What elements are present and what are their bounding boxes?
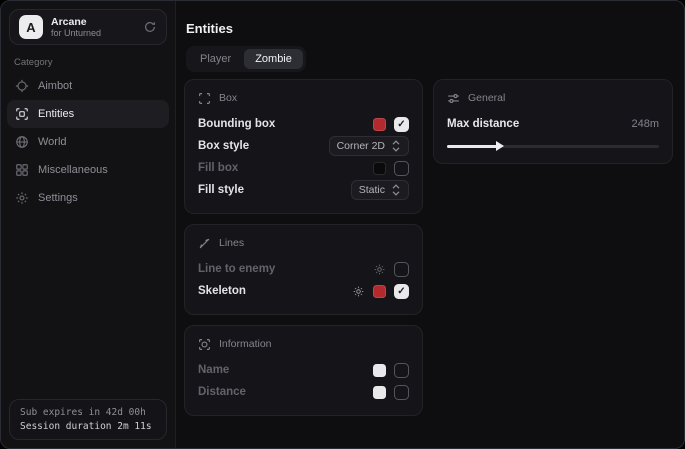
- sidebar-item-label: World: [38, 136, 67, 148]
- max-distance-value: 248m: [631, 118, 659, 130]
- fill-style-dropdown[interactable]: Static: [351, 180, 409, 200]
- sidebar-item-aimbot[interactable]: Aimbot: [7, 72, 169, 100]
- page-title: Entities: [186, 21, 233, 36]
- color-swatch[interactable]: [373, 364, 386, 377]
- setting-label: Fill box: [198, 162, 238, 174]
- color-swatch[interactable]: [373, 386, 386, 399]
- panel-title: Box: [219, 92, 237, 104]
- line-icon: [198, 237, 211, 250]
- setting-label: Box style: [198, 140, 249, 152]
- checkbox[interactable]: [394, 262, 409, 277]
- information-panel: Information Name Distance: [184, 325, 423, 416]
- row-settings-gear-icon[interactable]: [352, 285, 365, 298]
- setting-row-max-distance: Max distance 248m: [447, 113, 659, 135]
- setting-row-name: Name: [198, 359, 409, 381]
- row-settings-gear-icon[interactable]: [373, 263, 386, 276]
- panel-title: Lines: [219, 237, 244, 249]
- panel-title: General: [468, 92, 505, 104]
- lines-panel: Lines Line to enemy: [184, 224, 423, 315]
- setting-label: Line to enemy: [198, 263, 275, 275]
- setting-row-fill-style: Fill style Static: [198, 179, 409, 201]
- checkbox[interactable]: [394, 284, 409, 299]
- checkbox[interactable]: [394, 117, 409, 132]
- app-subtitle: for Unturned: [51, 28, 101, 38]
- setting-label: Skeleton: [198, 285, 246, 297]
- setting-row-bounding-box: Bounding box: [198, 113, 409, 135]
- setting-row-box-style: Box style Corner 2D: [198, 135, 409, 157]
- app-logo: A: [19, 15, 43, 39]
- setting-label: Max distance: [447, 118, 519, 130]
- sidebar-item-entities[interactable]: Entities: [7, 100, 169, 128]
- sliders-icon: [447, 92, 460, 105]
- box-scan-icon: [198, 92, 211, 105]
- grid-icon: [15, 163, 29, 177]
- sidebar-item-settings[interactable]: Settings: [7, 184, 169, 212]
- sidebar-item-label: Entities: [38, 108, 74, 120]
- color-swatch[interactable]: [373, 118, 386, 131]
- general-panel: General Max distance 248m: [433, 79, 673, 164]
- session-duration-text: Session duration 2m 11s: [20, 421, 156, 432]
- dropdown-value: Static: [359, 184, 385, 196]
- setting-label: Name: [198, 364, 229, 376]
- box-style-dropdown[interactable]: Corner 2D: [329, 136, 409, 156]
- setting-row-fill-box: Fill box: [198, 157, 409, 179]
- setting-row-line-to-enemy: Line to enemy: [198, 258, 409, 280]
- dropdown-value: Corner 2D: [337, 140, 385, 152]
- app-title: Arcane: [51, 16, 101, 28]
- sidebar-nav: Aimbot Entities World: [7, 72, 169, 212]
- tab-zombie[interactable]: Zombie: [244, 49, 303, 69]
- setting-label: Bounding box: [198, 118, 275, 130]
- entity-tabs: Player Zombie: [186, 46, 306, 72]
- setting-row-distance: Distance: [198, 381, 409, 403]
- sidebar-item-label: Aimbot: [38, 80, 72, 92]
- tab-player[interactable]: Player: [189, 49, 242, 69]
- checkbox[interactable]: [394, 161, 409, 176]
- slider-thumb[interactable]: [496, 141, 504, 151]
- slider-fill: [447, 145, 498, 148]
- subscription-status-card: Sub expires in 42d 00h Session duration …: [9, 399, 167, 440]
- logo-card: A Arcane for Unturned: [9, 9, 167, 45]
- setting-label: Distance: [198, 386, 246, 398]
- color-swatch[interactable]: [373, 162, 386, 175]
- color-swatch[interactable]: [373, 285, 386, 298]
- box-panel: Box Bounding box Box style Corne: [184, 79, 423, 214]
- sidebar-item-miscellaneous[interactable]: Miscellaneous: [7, 156, 169, 184]
- globe-icon: [15, 135, 29, 149]
- sidebar: A Arcane for Unturned Category Aimbot: [1, 1, 176, 448]
- sub-expiry-text: Sub expires in 42d 00h: [20, 407, 156, 418]
- main-content: Entities Player Zombie Box: [177, 1, 684, 448]
- chevron-updown-icon: [391, 184, 401, 196]
- panel-title: Information: [219, 338, 272, 350]
- crosshair-icon: [15, 79, 29, 93]
- checkbox[interactable]: [394, 363, 409, 378]
- max-distance-slider[interactable]: [447, 141, 659, 151]
- setting-row-skeleton: Skeleton: [198, 280, 409, 302]
- app-window: A Arcane for Unturned Category Aimbot: [0, 0, 685, 449]
- sidebar-item-world[interactable]: World: [7, 128, 169, 156]
- info-target-icon: [198, 338, 211, 351]
- sidebar-item-label: Miscellaneous: [38, 164, 108, 176]
- chevron-updown-icon: [391, 140, 401, 152]
- refresh-icon[interactable]: [143, 20, 157, 34]
- checkbox[interactable]: [394, 385, 409, 400]
- entities-box-icon: [15, 107, 29, 121]
- sidebar-item-label: Settings: [38, 192, 78, 204]
- category-label: Category: [14, 57, 53, 68]
- setting-label: Fill style: [198, 184, 244, 196]
- gear-icon: [15, 191, 29, 205]
